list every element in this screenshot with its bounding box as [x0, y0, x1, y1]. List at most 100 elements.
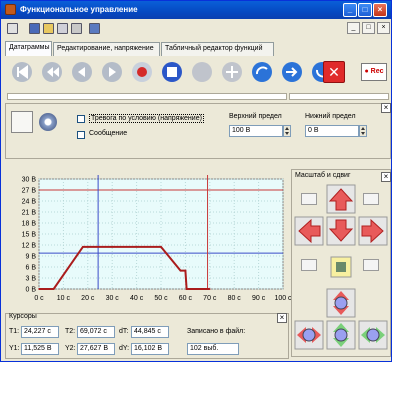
shift-left-button[interactable]	[294, 216, 324, 246]
x-tick-label: 70 с	[203, 295, 217, 302]
fast-rewind-button[interactable]	[42, 62, 62, 82]
t2-value: 69,072 с	[77, 326, 115, 338]
mdi-restore-button[interactable]: □	[362, 22, 375, 34]
forward-button[interactable]	[282, 62, 302, 82]
lower-limit-input[interactable]: 0 В	[305, 125, 359, 137]
x-tick-label: 50 с	[154, 295, 168, 302]
cursors-title: Курсоры	[9, 313, 37, 320]
shift-right-button[interactable]	[358, 216, 388, 246]
zoom-in-y-button[interactable]	[326, 288, 356, 318]
fit-screen-button[interactable]	[330, 256, 352, 278]
y1-label: Y1:	[9, 345, 20, 352]
trace-point	[87, 246, 89, 248]
scale-controls	[294, 184, 388, 350]
x-tick-label: 90 с	[252, 295, 266, 302]
rec-label: Rec	[370, 68, 384, 75]
zoom-out-x-button[interactable]	[294, 320, 324, 350]
tab-table-editor[interactable]: Табличный редактор функций	[161, 42, 274, 56]
mdi-close-button[interactable]: ×	[377, 22, 390, 34]
minimize-button[interactable]: _	[343, 3, 357, 17]
shift-down-button[interactable]	[326, 216, 356, 246]
message-label: Сообщение	[89, 130, 128, 137]
y1-value: 11,525 В	[21, 343, 59, 355]
speaker-icon[interactable]	[39, 113, 57, 131]
y-tick-label: 9 В	[25, 254, 36, 261]
step-back-button[interactable]	[72, 62, 92, 82]
play-button[interactable]	[102, 62, 122, 82]
dy-value: 16,102 В	[131, 343, 169, 355]
trace-point	[111, 246, 113, 248]
x-tick-label: 60 с	[179, 295, 193, 302]
shift-up-button[interactable]	[326, 184, 356, 214]
trace-point	[135, 246, 138, 248]
disabled-tool-2-button[interactable]	[222, 62, 242, 82]
window-title: Функциональное управление	[20, 5, 138, 14]
trace-point	[52, 288, 55, 290]
y-tick-label: 24 В	[22, 199, 37, 206]
y-tick-label: 12 В	[22, 243, 37, 250]
cursors-panel-close-button[interactable]: ×	[277, 313, 287, 323]
indicator-box	[11, 111, 33, 133]
dt-label: dT:	[119, 328, 129, 335]
alarm-panel-close-button[interactable]: ×	[381, 103, 391, 113]
stop-button[interactable]	[162, 62, 182, 82]
open-folder-icon[interactable]	[43, 23, 54, 34]
progress-bar-right	[289, 93, 389, 100]
save-icon[interactable]	[29, 23, 40, 34]
player-toolbar	[12, 62, 332, 82]
zoom-in-x-button[interactable]	[358, 320, 388, 350]
y-tick-label: 6 В	[25, 265, 36, 272]
alarm-condition-checkbox[interactable]	[77, 115, 85, 123]
saved-to-file-label: Записано в файл:	[187, 328, 246, 335]
tab-edit-voltage[interactable]: Редактирование, напряжение	[53, 42, 160, 56]
y-tick-label: 27 В	[22, 188, 37, 195]
close-button[interactable]: ×	[373, 3, 387, 17]
x-tick-label: 20 с	[81, 295, 95, 302]
x-tick-label: 10 с	[57, 295, 71, 302]
rewind-start-button[interactable]	[12, 62, 32, 82]
y-tick-label: 18 В	[22, 221, 37, 228]
message-checkbox[interactable]	[77, 131, 85, 139]
t2-label: T2:	[65, 328, 76, 335]
upper-limit-spinner[interactable]	[283, 125, 291, 137]
saved-samples-value: 102 выб.	[187, 343, 239, 355]
scale-panel-title: Масштаб и сдвиг	[295, 172, 351, 179]
x-tick-label: 0 с	[34, 295, 44, 302]
lower-limit-spinner[interactable]	[359, 125, 367, 137]
y2-value: 27,627 В	[77, 343, 115, 355]
settings-icon[interactable]	[89, 23, 100, 34]
y-tick-label: 0 В	[25, 287, 36, 294]
redo-button[interactable]	[252, 62, 272, 82]
print-preview-icon[interactable]	[57, 23, 68, 34]
trace-point	[160, 246, 162, 248]
mdi-minimize-button[interactable]: _	[347, 22, 360, 34]
upper-limit-input[interactable]: 100 В	[229, 125, 283, 137]
y2-label: Y2:	[65, 345, 76, 352]
trace-point	[82, 246, 84, 248]
delete-icon[interactable]: ✕	[323, 61, 345, 83]
voltage-chart[interactable]: 30 В 27 В 24 В 21 В 18 В 15 В 12 В 9 В 6 В 3 В 0 В…	[1, 161, 291, 311]
y-tick-label: 3 В	[25, 276, 36, 283]
app-icon	[5, 4, 16, 15]
y-tick-label: 15 В	[22, 232, 37, 239]
print-icon[interactable]	[71, 23, 82, 34]
zoom-out-y-button[interactable]	[326, 320, 356, 350]
x-tick-label: 30 с	[106, 295, 120, 302]
alarm-condition-label: Тревога по условию (напряжение)	[89, 114, 204, 123]
lower-limit-label: Нижний предел	[305, 113, 356, 120]
trace-point	[185, 288, 188, 290]
disabled-tool-1-button[interactable]	[192, 62, 212, 82]
record-button[interactable]	[132, 62, 152, 82]
trace-point	[184, 269, 187, 272]
maximize-button[interactable]: □	[358, 3, 372, 17]
trace-point	[179, 269, 182, 272]
main-window: Функциональное управление _ □ × _ □ × Да…	[0, 0, 392, 362]
t1-label: T1:	[9, 328, 20, 335]
rec-button[interactable]: ● Rec	[361, 63, 387, 81]
y-tick-label: 21 В	[22, 210, 37, 217]
trace-point	[209, 288, 211, 290]
dy-label: dY:	[119, 345, 130, 352]
t1-value: 24,227 с	[21, 326, 59, 338]
menu-icon[interactable]	[7, 23, 18, 34]
tab-datagrams[interactable]: Датаграммы	[5, 41, 52, 56]
